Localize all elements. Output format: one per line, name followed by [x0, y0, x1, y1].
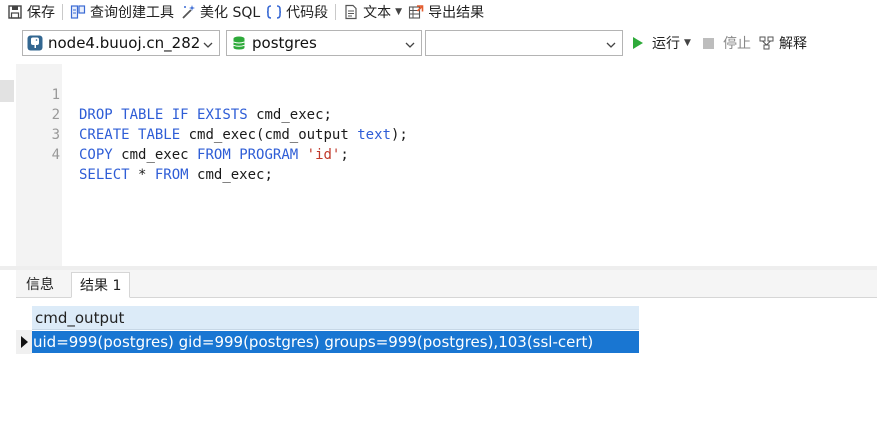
toolbar-divider — [62, 4, 63, 20]
export-icon — [408, 4, 424, 20]
toolbar-divider — [335, 4, 337, 20]
column-header-cmd-output[interactable]: cmd_output — [32, 306, 639, 330]
magic-wand-icon — [180, 4, 196, 20]
save-button[interactable]: 保存 — [4, 1, 58, 23]
explain-button[interactable]: 解释 — [759, 33, 807, 53]
code-line: 2 CREATE TABLE cmd_exec(cmd_output text)… — [0, 85, 877, 143]
run-label: 运行 — [652, 36, 680, 52]
chevron-down-icon: ▼ — [395, 7, 403, 17]
code-snippet-button[interactable]: 代码段 — [263, 1, 331, 23]
export-results-button[interactable]: 导出结果 — [405, 1, 487, 23]
code-text: SELECT * FROM cmd_exec; — [79, 165, 273, 185]
connection-value: node4.buuoj.cn_282 — [48, 34, 201, 52]
sql-punctuation: * — [129, 167, 155, 183]
sql-keyword: COPY — [79, 147, 113, 163]
current-row-arrow-icon — [21, 336, 28, 348]
stop-label: 停止 — [723, 36, 751, 52]
line-number: 4 — [51, 147, 60, 163]
text-mode-button[interactable]: 文本 ▼ — [340, 1, 405, 23]
chevron-down-icon — [203, 38, 213, 48]
save-label: 保存 — [27, 5, 55, 21]
database-icon — [231, 35, 247, 51]
database-select[interactable]: postgres — [226, 30, 422, 56]
sql-punctuation — [113, 147, 121, 163]
sql-punctuation — [189, 147, 197, 163]
database-value: postgres — [252, 34, 317, 52]
play-icon — [631, 35, 647, 51]
result-tabs: 信息 结果 1 — [16, 270, 877, 298]
code-snippet-icon — [266, 4, 282, 20]
explain-icon — [759, 35, 775, 51]
query-builder-label: 查询创建工具 — [90, 5, 174, 21]
query-builder-icon — [70, 4, 86, 20]
stop-button[interactable]: 停止 — [702, 33, 751, 53]
sql-keyword: FROM — [197, 147, 231, 163]
sql-identifier: cmd_exec — [121, 147, 189, 163]
postgresql-elephant-icon — [27, 35, 43, 51]
chevron-down-icon: ▼ — [684, 38, 691, 48]
connection-bar: node4.buuoj.cn_282 postgres 运行 ▼ 停止 解释 — [0, 28, 877, 58]
sql-identifier: cmd_exec — [197, 167, 265, 183]
code-text: COPY cmd_exec FROM PROGRAM 'id'; — [79, 145, 349, 165]
stop-icon — [702, 35, 718, 51]
string-literal: 'id' — [306, 147, 341, 163]
sql-keyword: SELECT — [79, 167, 130, 183]
document-icon — [343, 4, 359, 20]
code-line: 4 SELECT * FROM cmd_exec; — [0, 125, 877, 183]
schema-select[interactable] — [425, 30, 623, 56]
query-builder-button[interactable]: 查询创建工具 — [67, 1, 177, 23]
table-row-selected[interactable]: uid=999(postgres) gid=999(postgres) grou… — [32, 331, 639, 353]
text-mode-label: 文本 — [363, 5, 392, 21]
code-snippet-label: 代码段 — [286, 5, 329, 21]
explain-label: 解释 — [779, 36, 807, 52]
chevron-down-icon — [606, 38, 616, 48]
connection-select[interactable]: node4.buuoj.cn_282 — [22, 30, 220, 56]
result-grid: cmd_output uid=999(postgres) gid=999(pos… — [16, 300, 877, 444]
sql-punctuation: ; — [264, 167, 273, 183]
sql-keyword: PROGRAM — [239, 147, 299, 163]
code-line: 3 COPY cmd_exec FROM PROGRAM 'id'; — [0, 105, 877, 163]
sql-punctuation — [298, 147, 306, 163]
beautify-sql-button[interactable]: 美化 SQL — [177, 1, 263, 23]
save-icon — [7, 4, 23, 20]
code-line: 1 DROP TABLE IF EXISTS cmd_exec; — [0, 65, 877, 123]
run-button[interactable]: 运行 ▼ — [631, 33, 691, 53]
sql-punctuation — [189, 167, 197, 183]
main-toolbar: 保存 查询创建工具 美化 SQL 代码段 文本 ▼ 导出结果 — [0, 0, 877, 24]
tab-info[interactable]: 信息 — [18, 272, 62, 298]
sql-punctuation: ; — [340, 147, 349, 163]
sql-punctuation — [231, 147, 239, 163]
chevron-down-icon — [405, 38, 415, 48]
sql-keyword: FROM — [154, 167, 189, 183]
sql-editor[interactable]: 1 DROP TABLE IF EXISTS cmd_exec; 2 CREAT… — [0, 64, 877, 266]
export-results-label: 导出结果 — [428, 5, 485, 21]
tab-result-1[interactable]: 结果 1 — [71, 272, 131, 298]
beautify-sql-label: 美化 SQL — [200, 5, 261, 21]
